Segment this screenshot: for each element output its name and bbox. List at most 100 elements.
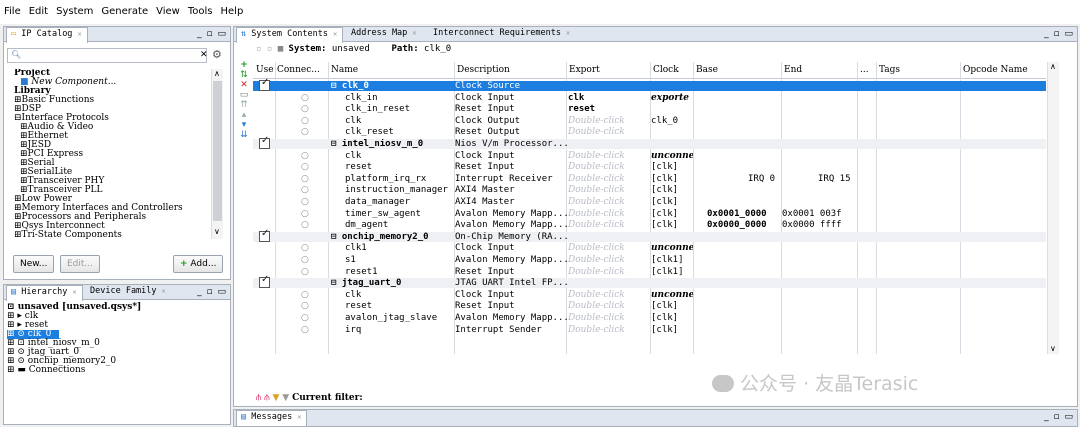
interface-row[interactable]: clk_in ○ Clock Input clk exporte: [253, 93, 1046, 103]
export-cell[interactable]: reset: [568, 104, 652, 114]
col-description[interactable]: Description: [457, 65, 510, 75]
nav-back-icon[interactable]: ▫: [256, 44, 261, 54]
close-icon[interactable]: ✕: [162, 287, 166, 295]
col-clock[interactable]: Clock: [653, 65, 679, 75]
export-cell[interactable]: Double-click: [568, 174, 652, 184]
tree-item-connections[interactable]: ⊞ ▬ Connections: [7, 366, 227, 375]
col-connections[interactable]: Connec...: [277, 65, 320, 75]
menu-help[interactable]: Help: [217, 0, 248, 17]
connection-point-icon[interactable]: ○: [301, 127, 309, 137]
connection-point-icon[interactable]: ○: [301, 209, 309, 219]
export-cell[interactable]: Double-click: [568, 197, 652, 207]
scroll-up-icon[interactable]: ∧: [1050, 62, 1056, 71]
move-up-icon[interactable]: ▴: [238, 110, 250, 120]
menu-edit[interactable]: Edit: [25, 0, 52, 17]
interface-row[interactable]: reset1 ○ Reset Input Double-click [clk1]: [253, 267, 1046, 277]
gear-icon[interactable]: ⚙: [212, 48, 222, 61]
interface-row[interactable]: instruction_manager ○ AXI4 Master Double-cl…: [253, 185, 1046, 195]
filter-connect-icon[interactable]: ⫛: [256, 393, 261, 403]
connection-point-icon[interactable]: ○: [301, 255, 309, 265]
tab-messages[interactable]: ▤ Messages ✕: [236, 410, 308, 426]
connection-point-icon[interactable]: ○: [301, 174, 309, 184]
export-cell[interactable]: Double-click: [568, 325, 652, 335]
close-icon[interactable]: ✕: [566, 29, 570, 37]
connection-point-icon[interactable]: ○: [301, 104, 309, 114]
use-checkbox[interactable]: [259, 78, 270, 91]
connection-point-icon[interactable]: ○: [301, 267, 309, 277]
tree-item-tri-state[interactable]: ⊞Tri-State Components: [14, 231, 209, 240]
nav-up-icon[interactable]: ▫: [267, 44, 272, 54]
move-top-icon[interactable]: ⇈: [238, 100, 250, 110]
edit-icon[interactable]: ▭: [238, 90, 250, 100]
connection-point-icon[interactable]: ○: [301, 290, 309, 300]
close-icon[interactable]: ✕: [72, 288, 76, 296]
export-cell[interactable]: Double-click: [568, 267, 652, 277]
scroll-down-icon[interactable]: ∨: [214, 227, 220, 236]
tab-interconnect-requirements[interactable]: Interconnect Requirements ✕: [429, 27, 575, 42]
scroll-up-icon[interactable]: ∧: [214, 69, 220, 78]
scroll-thumb[interactable]: [213, 81, 222, 221]
move-down-icon[interactable]: ▾: [238, 120, 250, 130]
interface-row[interactable]: timer_sw_agent ○ Avalon Memory Mapp... Doub…: [253, 209, 1046, 219]
interface-row[interactable]: reset ○ Reset Input Double-click [clk]: [253, 162, 1046, 172]
col-end[interactable]: End: [784, 65, 802, 75]
use-checkbox[interactable]: [259, 229, 270, 242]
interface-row[interactable]: avalon_jtag_slave ○ Avalon Memory Mapp... D…: [253, 313, 1046, 323]
export-cell[interactable]: clk: [568, 93, 652, 103]
panel-controls[interactable]: _ ▫ ▭: [1044, 412, 1074, 422]
export-cell[interactable]: Double-click: [568, 220, 652, 230]
col-more[interactable]: ...: [860, 65, 869, 75]
tab-system-contents[interactable]: ⇅ System Contents ✕: [236, 27, 344, 43]
panel-controls[interactable]: _ ▫ ▭: [1044, 29, 1074, 39]
filter-disconnect-icon[interactable]: ⫛: [264, 393, 269, 403]
connection-point-icon[interactable]: ○: [301, 301, 309, 311]
interface-row[interactable]: s1 ○ Avalon Memory Mapp... Double-click [clk…: [253, 255, 1046, 265]
remove-icon[interactable]: ✕: [238, 80, 250, 90]
scroll-down-icon[interactable]: ∨: [1050, 344, 1056, 353]
col-use[interactable]: Use: [256, 65, 274, 75]
export-cell[interactable]: Double-click: [568, 185, 652, 195]
filter-clear-icon[interactable]: ▼: [282, 393, 289, 403]
close-icon[interactable]: ✕: [297, 413, 301, 421]
close-icon[interactable]: ✕: [333, 30, 337, 38]
connection-point-icon[interactable]: ○: [301, 116, 309, 126]
connection-point-icon[interactable]: ○: [301, 197, 309, 207]
close-icon[interactable]: ✕: [412, 29, 416, 37]
export-cell[interactable]: Double-click: [568, 313, 652, 323]
table-scrollbar[interactable]: ∧ ∨: [1047, 62, 1059, 354]
col-opcode-name[interactable]: Opcode Name: [963, 65, 1028, 75]
connect-icon[interactable]: ⇅: [238, 70, 250, 80]
menu-file[interactable]: File: [0, 0, 25, 17]
connection-point-icon[interactable]: ○: [301, 325, 309, 335]
module-row[interactable]: ⊟ onchip_memory2_0 On-Chip Memory (RA...: [253, 229, 1046, 242]
connection-point-icon[interactable]: ○: [301, 162, 309, 172]
catalog-scrollbar[interactable]: ∧ ∨: [211, 69, 223, 239]
interface-row[interactable]: irq ○ Interrupt Sender Double-click [clk]: [253, 325, 1046, 335]
new-button[interactable]: New...: [13, 255, 55, 273]
clear-search-icon[interactable]: ✕: [200, 50, 208, 60]
export-cell[interactable]: Double-click: [568, 116, 652, 126]
tree-item-unsaved[interactable]: ⊡ unsaved [unsaved.qsys*]: [7, 303, 227, 312]
export-cell[interactable]: Double-click: [568, 151, 652, 161]
tab-device-family[interactable]: Device Family ✕: [86, 285, 171, 300]
col-export[interactable]: Export: [569, 65, 600, 75]
filter-icon[interactable]: ▼: [272, 393, 279, 403]
connection-point-icon[interactable]: ○: [301, 243, 309, 253]
menu-tools[interactable]: Tools: [184, 0, 217, 17]
export-cell[interactable]: Double-click: [568, 301, 652, 311]
menu-generate[interactable]: Generate: [97, 0, 152, 17]
use-checkbox[interactable]: [259, 275, 270, 289]
export-cell[interactable]: Double-click: [568, 209, 652, 219]
col-tags[interactable]: Tags: [879, 65, 900, 75]
interface-row[interactable]: clk_in_reset ○ Reset Input reset: [253, 104, 1046, 114]
module-row[interactable]: ⊟ intel_niosv_m_0 Nios V/m Processor...: [253, 136, 1046, 149]
connection-point-icon[interactable]: ○: [301, 93, 309, 103]
module-row[interactable]: ⊟ clk_0 Clock Source: [253, 78, 1046, 91]
interface-row[interactable]: clk ○ Clock Output Double-click clk_0: [253, 116, 1046, 126]
export-cell[interactable]: Double-click: [568, 290, 652, 300]
export-cell[interactable]: Double-click: [568, 255, 652, 265]
tab-ip-catalog[interactable]: ▭ IP Catalog ✕: [6, 27, 88, 43]
interface-row[interactable]: clk ○ Clock Input Double-click unconne: [253, 290, 1046, 300]
col-name[interactable]: Name: [331, 65, 358, 75]
tab-hierarchy[interactable]: ▤ Hierarchy ✕: [6, 285, 83, 301]
